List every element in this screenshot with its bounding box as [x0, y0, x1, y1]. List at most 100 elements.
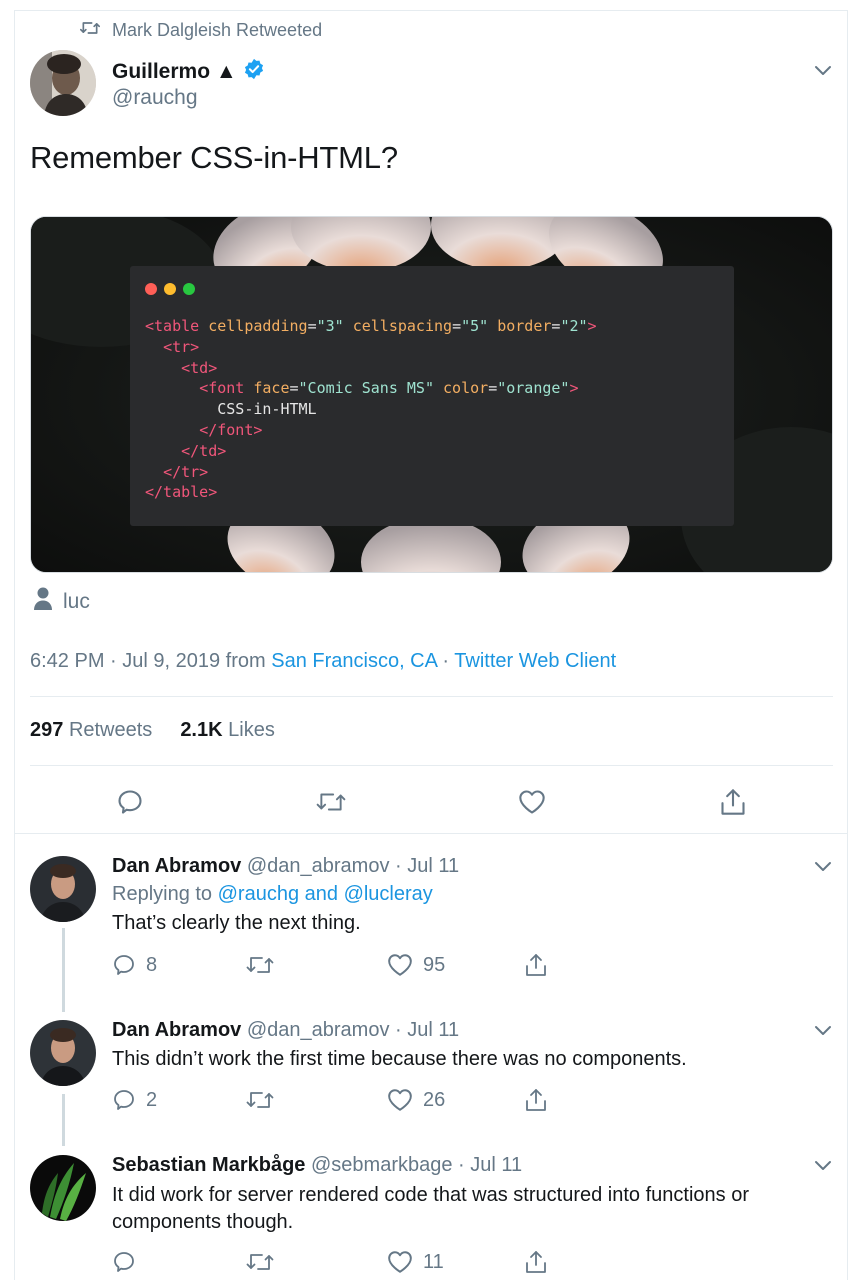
likes-stat[interactable]: 2.1K Likes	[180, 719, 275, 742]
code-token: cellspacing	[352, 317, 453, 335]
tweet-menu-chevron-down-icon[interactable]	[814, 65, 832, 77]
code-line: </td>	[145, 441, 597, 462]
code-token: </table>	[145, 483, 218, 502]
code-token: >	[569, 379, 579, 398]
reply-author-name[interactable]: Dan Abramov	[112, 855, 241, 877]
tagged-users[interactable]: luc	[33, 587, 90, 617]
reply-icon	[114, 955, 134, 975]
code-token: =	[307, 317, 317, 335]
reply-menu-chevron-down-icon[interactable]	[814, 861, 832, 873]
reply-header: Dan Abramov @dan_abramov · Jul 11	[112, 1019, 459, 1042]
reply-menu-chevron-down-icon[interactable]	[814, 1025, 832, 1037]
replying-to-label: Replying to	[112, 883, 218, 905]
retweet-icon	[246, 1092, 274, 1108]
retweets-stat[interactable]: 297 Retweets	[30, 719, 152, 742]
code-token: </tr>	[163, 462, 209, 481]
meta-separator: ·	[436, 650, 455, 672]
code-line: </font>	[145, 420, 597, 441]
reply-author-avatar[interactable]	[30, 1155, 96, 1221]
like-button[interactable]: 26	[387, 1086, 445, 1114]
tweet-client-link[interactable]: Twitter Web Client	[454, 650, 616, 672]
replying-to: Replying to @rauchg and @lucleray	[112, 883, 433, 906]
heart-icon	[388, 1089, 412, 1111]
code-token: >	[587, 317, 597, 335]
code-line: </tr>	[145, 462, 597, 483]
reply-icon	[114, 1252, 134, 1272]
share-icon	[721, 789, 745, 815]
author-avatar[interactable]	[30, 50, 96, 116]
reply-button[interactable]	[112, 1248, 146, 1276]
close-dot-icon	[145, 283, 157, 295]
code-token: "3"	[316, 317, 344, 335]
share-button[interactable]	[718, 787, 748, 817]
retweet-icon	[316, 793, 346, 811]
tweet-stats: 297 Retweets 2.1K Likes	[30, 719, 275, 742]
share-button[interactable]	[525, 1086, 547, 1114]
section-divider	[15, 833, 848, 834]
reply-date[interactable]: · Jul 11	[395, 1019, 459, 1041]
code-line: </table>	[145, 482, 597, 503]
tagged-user-name[interactable]: luc	[63, 590, 90, 614]
retweets-label: Retweets	[68, 719, 153, 741]
retweet-button[interactable]	[246, 1086, 274, 1114]
share-button[interactable]	[525, 1248, 547, 1276]
author-name-row[interactable]: Guillermo ▲	[112, 58, 265, 86]
code-line: <td>	[145, 358, 597, 379]
reply-button[interactable]: 2	[112, 1086, 157, 1114]
tweet-text: Remember CSS-in-HTML?	[30, 140, 398, 175]
reply-text: That’s clearly the next thing.	[112, 912, 361, 934]
tweet-media-image[interactable]: <table cellpadding="3" cellspacing="5" b…	[30, 216, 833, 573]
reply-author-handle[interactable]: @dan_abramov	[247, 1019, 390, 1041]
retweet-button[interactable]	[246, 1248, 274, 1276]
person-icon	[33, 587, 53, 617]
reply-author-name[interactable]: Dan Abramov	[112, 1019, 241, 1041]
code-token: CSS-in-HTML	[145, 400, 317, 419]
code-token: "5"	[461, 317, 489, 335]
share-button[interactable]	[525, 951, 547, 979]
divider	[30, 696, 833, 697]
divider	[30, 765, 833, 766]
reply-menu-chevron-down-icon[interactable]	[814, 1160, 832, 1172]
reply-author-name[interactable]: Sebastian Markbåge	[112, 1154, 305, 1176]
code-token: face	[253, 379, 290, 398]
author-name[interactable]: Guillermo ▲	[112, 60, 237, 84]
reply-count: 2	[146, 1088, 158, 1111]
reply-button[interactable]	[115, 787, 145, 817]
tweet-location-link[interactable]: San Francisco, CA	[271, 650, 437, 672]
reply-author-handle[interactable]: @sebmarkbage	[311, 1154, 452, 1176]
retweet-icon	[246, 1254, 274, 1270]
window-controls	[145, 283, 195, 295]
reply-author-avatar[interactable]	[30, 856, 96, 922]
reply-date[interactable]: · Jul 11	[458, 1154, 522, 1176]
like-button[interactable]: 95	[387, 951, 445, 979]
code-line: CSS-in-HTML	[145, 399, 597, 420]
heart-icon	[388, 954, 412, 976]
reply-icon	[114, 1090, 134, 1110]
heart-icon	[388, 1251, 412, 1273]
reply-text: This didn’t work the first time because …	[112, 1048, 687, 1070]
retweet-button[interactable]	[246, 951, 274, 979]
tweet-metadata: 6:42 PM · Jul 9, 2019 from San Francisco…	[30, 650, 616, 673]
verified-badge-icon	[243, 58, 265, 86]
reply-date[interactable]: · Jul 11	[395, 855, 459, 877]
tweet-timestamp[interactable]: 6:42 PM · Jul 9, 2019 from	[30, 650, 271, 672]
retweet-button[interactable]	[316, 787, 346, 817]
like-count: 11	[423, 1250, 444, 1273]
replying-to-users[interactable]: @rauchg and @lucleray	[218, 883, 433, 905]
code-token: <td>	[181, 358, 218, 377]
reply-header: Sebastian Markbåge @sebmarkbage · Jul 11	[112, 1154, 522, 1177]
author-handle[interactable]: @rauchg	[112, 86, 198, 110]
reply-author-avatar[interactable]	[30, 1020, 96, 1086]
like-button[interactable]	[517, 787, 547, 817]
retweet-header: Mark Dalgleish Retweeted	[80, 18, 322, 42]
reply-button[interactable]: 8	[112, 951, 157, 979]
reply-author-handle[interactable]: @dan_abramov	[247, 855, 390, 877]
like-button[interactable]: 11	[387, 1248, 444, 1276]
